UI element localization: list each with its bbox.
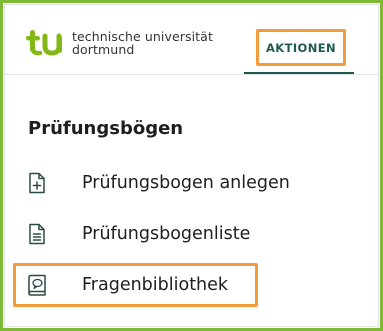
menu-item-fragenbibliothek[interactable]: Fragenbibliothek [26, 269, 228, 301]
logo-line-2: dortmund [72, 42, 135, 57]
menu-item-pruefungsbogen-anlegen[interactable]: Prüfungsbogen anlegen [26, 167, 290, 199]
menu-item-label: Prüfungsbogenliste [82, 224, 251, 244]
file-plus-icon [26, 171, 48, 195]
menu-item-pruefungsbogenliste[interactable]: Prüfungsbogenliste [26, 218, 250, 250]
tu-dortmund-logo[interactable]: technische universität dortmund [26, 30, 213, 56]
tab-aktionen[interactable]: AKTIONEN [256, 29, 346, 66]
menu-item-label: Fragenbibliothek [82, 275, 229, 295]
book-question-icon [26, 273, 48, 297]
file-lines-icon [26, 222, 48, 246]
tu-logo-icon [26, 30, 62, 56]
menu-item-label: Prüfungsbogen anlegen [82, 173, 290, 193]
header-divider [4, 74, 379, 75]
section-title: Prüfungsbögen [28, 118, 184, 139]
logo-wordmark: technische universität dortmund [72, 30, 213, 56]
